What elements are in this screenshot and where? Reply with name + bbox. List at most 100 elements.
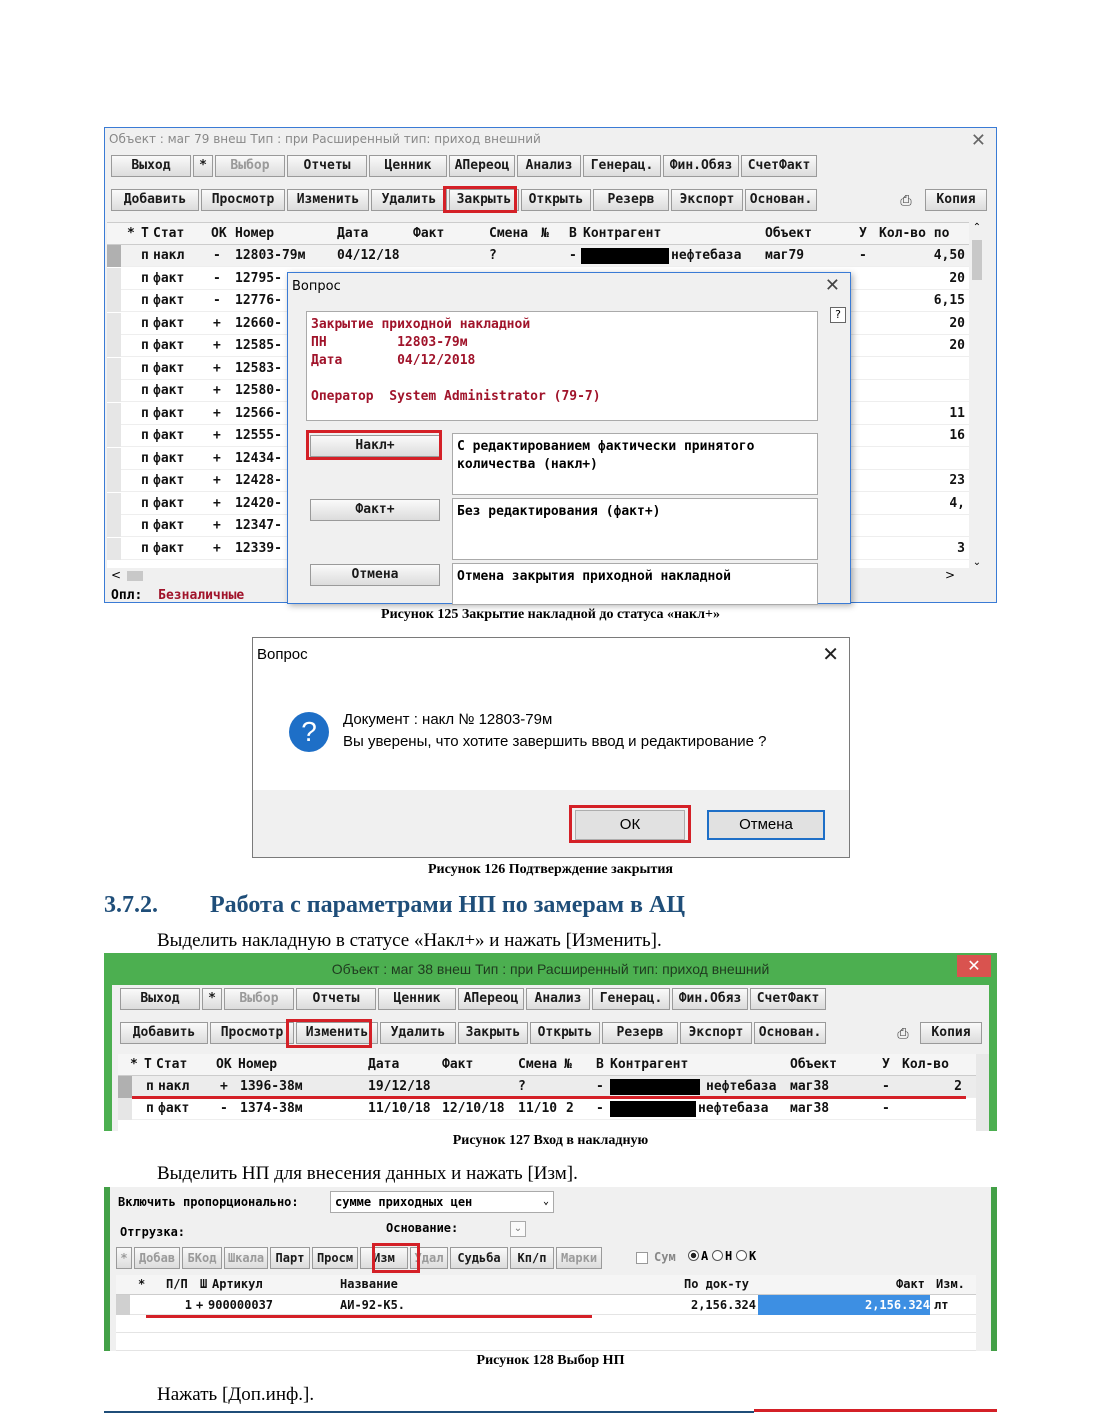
filter-icon[interactable] (869, 157, 887, 175)
toolbar-button[interactable]: Закрыть (458, 1022, 528, 1044)
toolbar-button[interactable]: Основан. (745, 189, 817, 211)
np-toolbar-button[interactable]: БКод (182, 1247, 222, 1269)
fakt-plus-button[interactable]: Факт+ (310, 499, 440, 521)
toolbar-button[interactable]: Выход (111, 155, 191, 177)
help-icon[interactable]: ? (830, 307, 846, 323)
mode-radio[interactable]: А (688, 1249, 708, 1263)
toolbar-button[interactable]: АПереоц (449, 155, 515, 177)
column-header[interactable]: ОК (216, 1057, 232, 1072)
print-icon[interactable]: ⎙ (897, 192, 915, 210)
toolbar-button[interactable]: Основан. (754, 1022, 826, 1044)
column-header[interactable]: Номер (238, 1057, 277, 1072)
chevron-down-icon[interactable]: ⌄ (543, 1192, 549, 1212)
table-row[interactable]: п накл +1396-38м 19/12/18? - нефтебаза маг38 - 2 (118, 1076, 976, 1098)
table-row[interactable]: п накл -12803-79м 4,50-04/12/18? - нефтебаза м… (107, 245, 985, 267)
toolbar-button[interactable]: Ценник (369, 155, 447, 177)
column-header[interactable]: Т (141, 226, 149, 241)
column-header[interactable]: Дата (337, 226, 368, 241)
column-header[interactable]: Артикул (212, 1277, 263, 1291)
column-header[interactable]: В (596, 1057, 604, 1072)
print-icon[interactable]: ⎙ (894, 1025, 912, 1043)
scroll-arrow-icon[interactable]: < (111, 568, 121, 582)
np-toolbar-button[interactable]: Добав (134, 1247, 180, 1269)
scroll-arrow-icon[interactable]: ⌄ (969, 557, 985, 568)
toolbar-button[interactable]: Анализ (517, 155, 581, 177)
toolbar-button[interactable]: Фин.Обяз (672, 988, 748, 1010)
toolbar-button[interactable]: Резерв (602, 1022, 678, 1044)
print-icon[interactable] (913, 157, 931, 175)
column-header[interactable]: № (564, 1057, 572, 1072)
column-header[interactable]: * (138, 1277, 145, 1291)
toolbar-button[interactable]: Удалить (371, 189, 447, 211)
column-header[interactable]: Кол-во по (879, 226, 949, 241)
column-header[interactable]: * (127, 226, 135, 241)
column-header[interactable]: У (859, 226, 867, 241)
np-toolbar-button[interactable]: Кп/п (510, 1247, 554, 1269)
toolbar-button[interactable]: Копия (920, 1022, 982, 1044)
close-icon[interactable]: ✕ (971, 130, 986, 151)
column-header[interactable]: ОК (211, 226, 227, 241)
column-header[interactable]: Т (144, 1057, 152, 1072)
filter-icon[interactable] (878, 990, 896, 1008)
radio-icon[interactable] (688, 1250, 699, 1261)
np-toolbar-button[interactable]: Судьба (450, 1247, 508, 1269)
column-header[interactable]: Контрагент (583, 226, 661, 241)
column-header[interactable]: Смена (489, 226, 528, 241)
column-header[interactable]: Дата (368, 1057, 399, 1072)
toolbar-button[interactable]: СчетФакт (741, 155, 817, 177)
toolbar-button[interactable]: Выбор (224, 988, 294, 1010)
column-header[interactable]: Номер (235, 226, 274, 241)
toolbar-button[interactable]: СчетФакт (750, 988, 826, 1010)
scroll-thumb[interactable] (972, 240, 982, 280)
toolbar-button[interactable]: Ценник (378, 988, 456, 1010)
radio-icon[interactable] (712, 1250, 723, 1261)
toolbar-button[interactable]: Просмотр (210, 1022, 294, 1044)
toolbar-button[interactable]: Анализ (526, 988, 590, 1010)
include-select[interactable]: сумме приходных цен ⌄ (330, 1191, 554, 1213)
toolbar-button[interactable]: * (202, 988, 222, 1010)
mode-radio[interactable]: К (736, 1249, 756, 1263)
np-toolbar-button[interactable]: Парт (270, 1247, 310, 1269)
np-toolbar-button[interactable]: Просм (312, 1247, 358, 1269)
filter-icon[interactable] (847, 157, 865, 175)
toolbar-button[interactable]: Генерац. (592, 988, 670, 1010)
cell-fact[interactable]: 2,156.324 (758, 1295, 930, 1315)
np-toolbar-button[interactable]: Шкала (224, 1247, 268, 1269)
column-header[interactable]: Факт (442, 1057, 473, 1072)
toolbar-button[interactable]: Удалить (380, 1022, 456, 1044)
scroll-arrow-icon[interactable]: > (945, 568, 955, 582)
toolbar-button[interactable]: Генерац. (583, 155, 661, 177)
toolbar-button[interactable]: Выход (120, 988, 200, 1010)
toolbar-button[interactable]: Изменить (287, 189, 369, 211)
mode-radio[interactable]: Н (712, 1249, 732, 1263)
column-header[interactable]: Кол-во (902, 1057, 949, 1072)
column-header[interactable]: Факт (413, 226, 444, 241)
toolbar-button[interactable]: Копия (925, 189, 987, 211)
toolbar-button[interactable]: Отчеты (287, 155, 367, 177)
table-row[interactable]: п факт -1374-38м 11/10/18 12/10/18 11/10 2- неф… (118, 1098, 976, 1120)
filter-icon[interactable] (825, 157, 843, 175)
sum-checkbox[interactable] (636, 1252, 648, 1264)
column-header[interactable]: В (569, 226, 577, 241)
np-toolbar-button[interactable]: Марки (556, 1247, 602, 1269)
chart-icon[interactable] (900, 990, 918, 1008)
close-icon[interactable]: ✕ (822, 642, 839, 666)
np-row[interactable]: 1 + 900000037 АИ-92-К5. 2,156.324 2,156.… (116, 1295, 976, 1315)
scroll-thumb[interactable] (127, 571, 143, 581)
filter-icon[interactable] (856, 990, 874, 1008)
toolbar-button[interactable]: Экспорт (680, 1022, 752, 1044)
column-header[interactable]: Контрагент (610, 1057, 688, 1072)
scroll-arrow-icon[interactable]: ⌃ (969, 222, 985, 233)
help-icon[interactable] (944, 990, 962, 1008)
np-toolbar-button[interactable]: * (116, 1247, 132, 1269)
filter-icon[interactable] (834, 990, 852, 1008)
toolbar-button[interactable]: * (193, 155, 213, 177)
column-header[interactable]: Факт (896, 1277, 925, 1291)
cancel-close-button[interactable]: Отмена (310, 564, 440, 586)
column-header[interactable]: Смена (518, 1057, 557, 1072)
basis-dropdown-icon[interactable]: ⌄ (510, 1221, 526, 1237)
vertical-scrollbar[interactable]: ⌃ ⌄ (969, 222, 985, 568)
column-header[interactable]: Объект (790, 1057, 837, 1072)
column-header[interactable]: Стат (153, 226, 184, 241)
close-icon[interactable]: ✕ (825, 275, 840, 296)
